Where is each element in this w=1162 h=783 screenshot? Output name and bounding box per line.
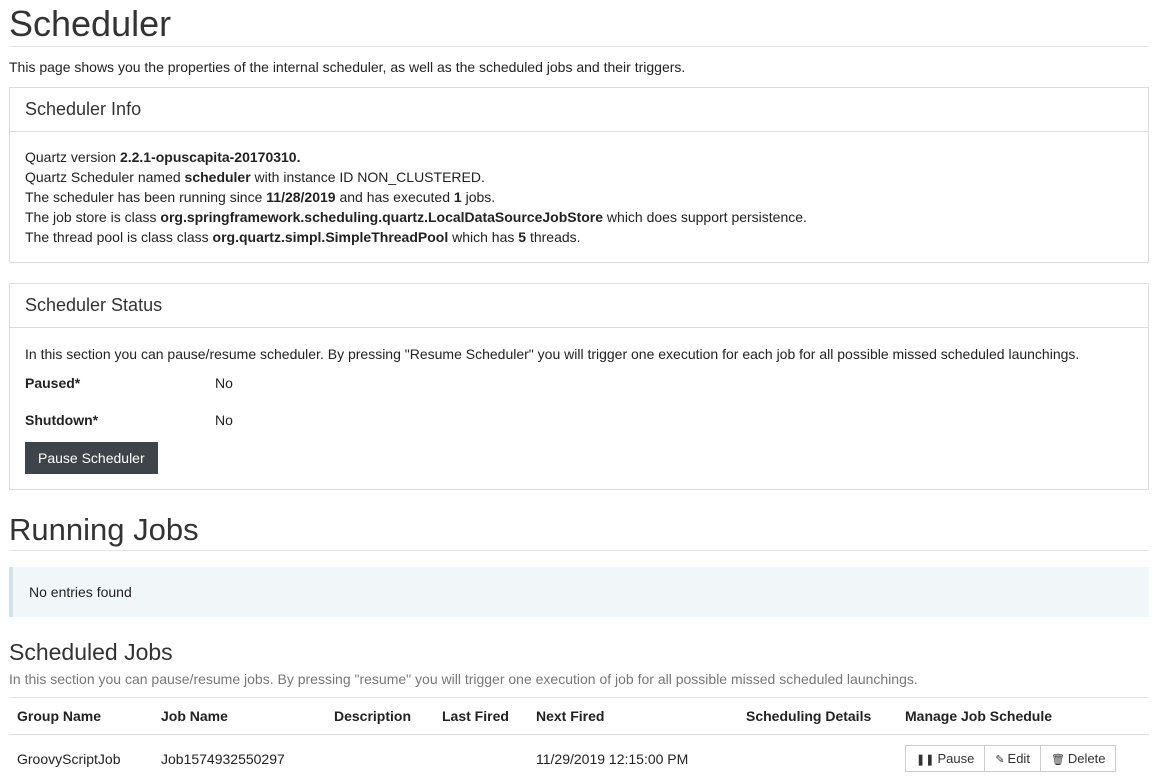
scheduler-info-panel: Scheduler Info Quartz version 2.2.1-opus… (9, 87, 1149, 263)
edit-job-button[interactable]: ✎ Edit (985, 746, 1041, 771)
shutdown-value: No (215, 411, 233, 428)
scheduler-info-heading: Scheduler Info (10, 88, 1148, 132)
column-header-group-name: Group Name (9, 697, 153, 735)
running-since-line: The scheduler has been running since 11/… (25, 189, 496, 205)
scheduler-status-body: In this section you can pause/resume sch… (10, 328, 1148, 489)
scheduler-name-line: Quartz Scheduler named scheduler with in… (25, 169, 485, 185)
running-jobs-title: Running Jobs (9, 510, 1149, 551)
shutdown-row: Shutdown* No (25, 401, 1133, 438)
table-header-row: Group Name Job Name Description Last Fir… (9, 697, 1149, 735)
scheduler-status-heading: Scheduler Status (10, 284, 1148, 328)
thread-pool-line: The thread pool is class class org.quart… (25, 229, 581, 245)
page: Scheduler This page shows you the proper… (0, 0, 1162, 782)
delete-job-button[interactable]: 🗑 Delete (1040, 746, 1116, 771)
paused-row: Paused* No (25, 364, 1133, 401)
scheduled-jobs-title: Scheduled Jobs (9, 639, 173, 665)
cell-next-fired: 11/29/2019 12:15:00 PM (536, 750, 689, 767)
cell-scheduling-details (738, 735, 897, 783)
quartz-version-line: Quartz version 2.2.1-opuscapita-20170310… (25, 149, 301, 165)
scheduled-jobs-table: Group Name Job Name Description Last Fir… (9, 697, 1149, 782)
pencil-icon: ✎ (995, 754, 1005, 766)
cell-manage-job-schedule: ❚❚ Pause ✎ Edit 🗑 Delete (897, 735, 1149, 783)
scheduler-status-panel: Scheduler Status In this section you can… (9, 283, 1149, 490)
job-action-button-group: ❚❚ Pause ✎ Edit 🗑 Delete (905, 745, 1117, 772)
shutdown-label: Shutdown* (25, 411, 99, 428)
cell-job-name: Job1574932550297 (161, 750, 285, 767)
column-header-next-fired: Next Fired (528, 697, 738, 735)
cell-group-name: GroovyScriptJob (17, 750, 121, 767)
job-store-line: The job store is class org.springframewo… (25, 209, 807, 225)
paused-label: Paused* (25, 374, 81, 391)
running-jobs-empty-alert: No entries found (9, 567, 1149, 617)
table-row: GroovyScriptJob Job1574932550297 11/29/2… (9, 735, 1149, 783)
edit-job-label: Edit (1007, 751, 1030, 766)
page-intro: This page shows you the properties of th… (9, 59, 686, 75)
column-header-job-name: Job Name (153, 697, 326, 735)
column-header-manage-job-schedule: Manage Job Schedule (897, 697, 1149, 735)
page-title: Scheduler (9, 0, 1149, 47)
pause-scheduler-button[interactable]: Pause Scheduler (25, 442, 158, 474)
cell-last-fired (434, 735, 528, 783)
cell-description (326, 735, 434, 783)
scheduler-info-body: Quartz version 2.2.1-opuscapita-20170310… (10, 132, 1148, 262)
column-header-last-fired: Last Fired (434, 697, 528, 735)
pause-job-button[interactable]: ❚❚ Pause (906, 746, 986, 771)
column-header-scheduling-details: Scheduling Details (738, 697, 897, 735)
paused-value: No (215, 374, 233, 391)
status-description: In this section you can pause/resume sch… (25, 346, 1080, 362)
pause-icon: ❚❚ (916, 754, 935, 766)
trash-icon: 🗑 (1050, 754, 1065, 766)
scheduled-jobs-description: In this section you can pause/resume job… (9, 671, 918, 687)
delete-job-label: Delete (1067, 751, 1106, 766)
column-header-description: Description (326, 697, 434, 735)
pause-job-label: Pause (937, 751, 975, 766)
